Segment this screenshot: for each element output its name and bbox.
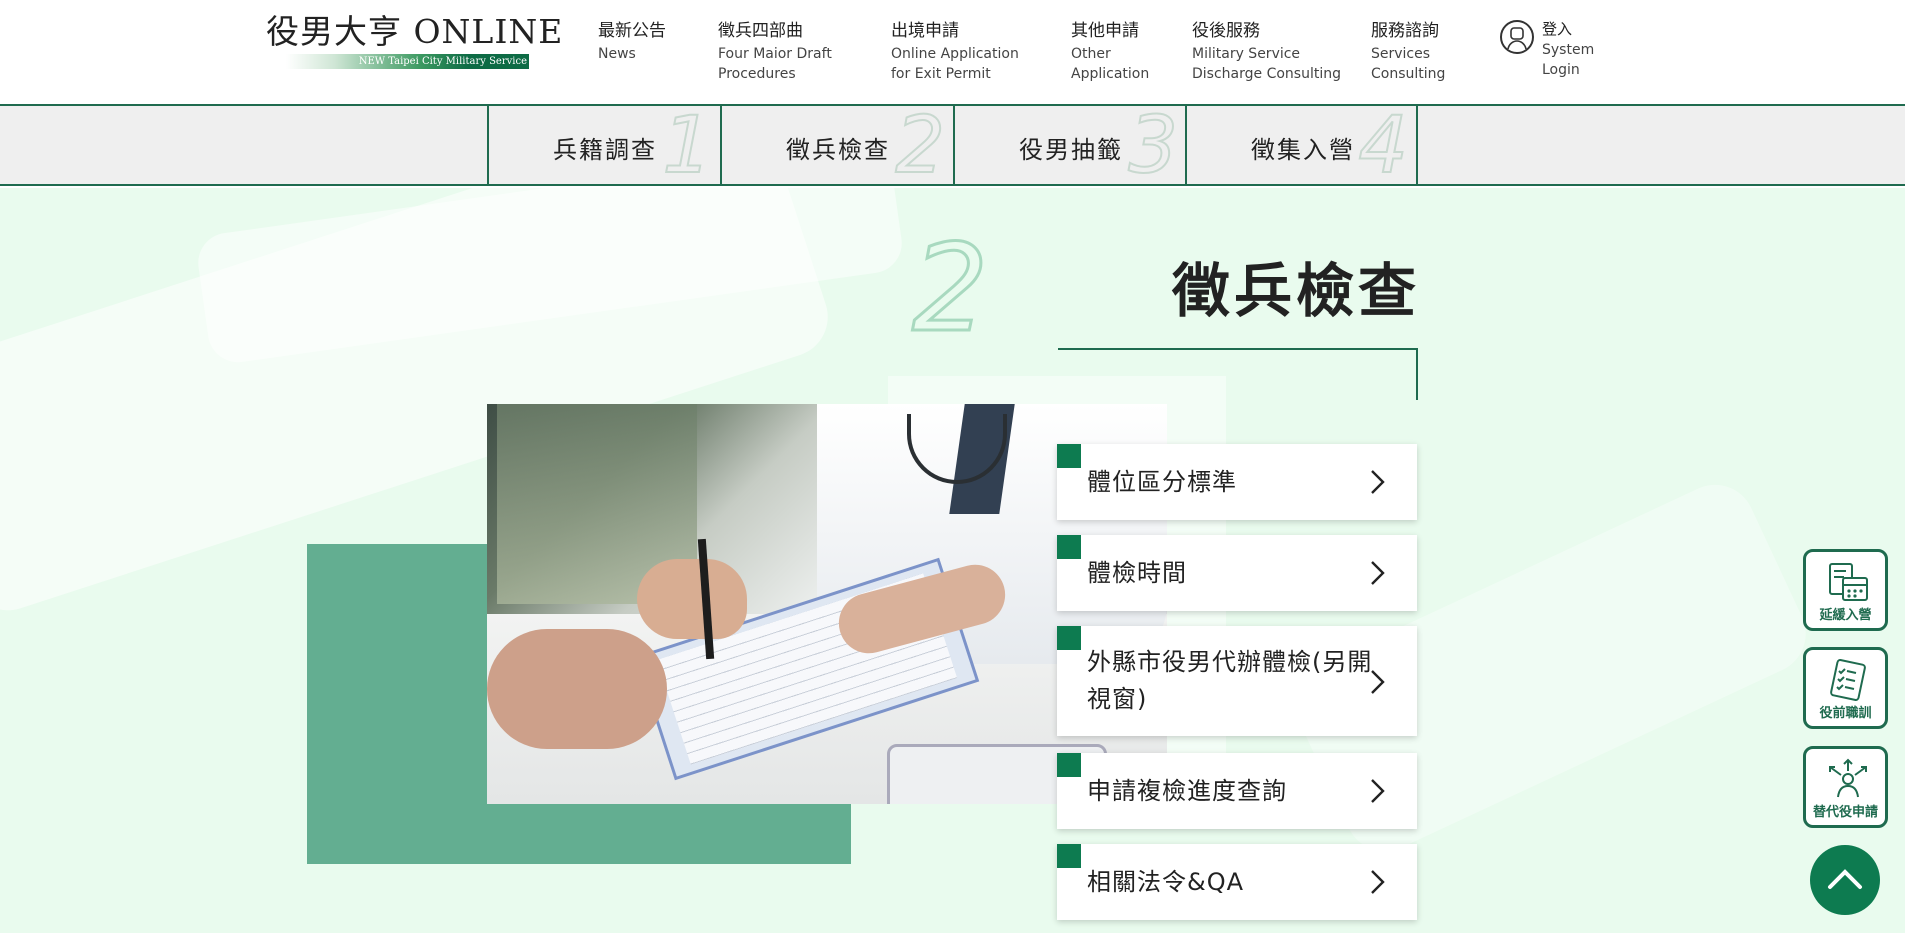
side-button-defer-enlistment[interactable]: 延緩入營 [1803,549,1888,631]
menu-card-physical-standards[interactable]: 體位區分標準 [1057,444,1417,520]
menu-card-other-county-exam[interactable]: 外縣市役男代辦體檢(另開視窗) [1057,626,1417,736]
tab-step-2[interactable]: 2 徵兵檢查 [720,106,953,184]
menu-card-exam-time[interactable]: 體檢時間 [1057,535,1417,611]
nav-item-other-application[interactable]: 其他申請 Other Application [1071,20,1161,84]
card-marker [1057,844,1081,868]
nav-label-zh: 服務諮詢 [1371,21,1439,41]
nav-label-zh: 出境申請 [891,21,959,41]
step-number: 4 [1357,106,1409,184]
menu-card-laws-qa[interactable]: 相關法令&QA [1057,844,1417,920]
nav-label-en: Online Application for Exit Permit [891,46,1019,82]
side-button-label: 役前職訓 [1819,706,1872,721]
login-label-zh: 登入 [1542,20,1573,38]
step-label: 徵兵檢查 [786,136,890,164]
nav-label-zh: 最新公告 [598,21,666,41]
nav-label-en: Military Service Discharge Consulting [1192,46,1341,82]
section-number: 2 [910,220,989,359]
step-number: 1 [661,106,713,184]
logo-subtitle: NEW Taipei City Military Service [358,56,527,67]
calendar-icon [1829,563,1868,601]
user-icon [1500,20,1534,54]
logo-title: 役男大亨 ONLINE [266,12,564,51]
tab-step-3[interactable]: 3 役男抽籤 [953,106,1186,184]
page-title: 徵兵檢查 [1172,257,1421,325]
nav-item-draft-procedures[interactable]: 徵兵四部曲 Four Maior Draft Procedures [718,20,838,84]
card-label: 體位區分標準 [1087,468,1237,496]
nav-item-exit-permit[interactable]: 出境申請 Online Application for Exit Permit [891,20,1041,84]
chevron-right-icon [1371,779,1385,803]
card-marker [1057,444,1081,468]
login-text: 登入 System Login [1542,18,1602,80]
card-label: 相關法令&QA [1087,868,1245,896]
site-logo[interactable]: 役男大亨 ONLINE NEW Taipei City Military Ser… [266,12,564,72]
checklist-icon [1830,659,1866,701]
chevron-up-icon [1828,869,1862,889]
nav-label-en: News [598,46,636,62]
step-label: 兵籍調查 [553,136,657,164]
photo-hand [637,559,747,639]
step-number: 3 [1127,106,1179,184]
card-marker [1057,753,1081,777]
side-button-label: 延緩入營 [1819,608,1872,623]
nav-label-zh: 其他申請 [1071,21,1139,41]
side-button-alternative-service[interactable]: 替代役申請 [1803,746,1888,828]
nav-item-services-consulting[interactable]: 服務諮詢 Services Consulting [1371,20,1461,84]
photo-hand [487,629,667,749]
card-marker [1057,626,1081,650]
chevron-right-icon [1371,470,1385,494]
nav-label-en: Other Application [1071,46,1150,82]
nav-label-zh: 徵兵四部曲 [718,21,803,41]
step-label: 徵集入營 [1251,136,1355,164]
nav-item-news[interactable]: 最新公告 News [598,20,688,64]
nav-label-en: Services Consulting [1371,46,1446,82]
chevron-right-icon [1371,670,1385,694]
tab-step-4[interactable]: 4 徵集入營 [1185,106,1418,184]
nav-item-discharge-consulting[interactable]: 役後服務 Military Service Discharge Consulti… [1192,20,1342,84]
card-label: 外縣市役男代辦體檢(另開視窗) [1087,648,1373,713]
main-content: 2 徵兵檢查 體位區分標準 體檢時間 外縣市役男代辦體檢(另開視窗) 申請複檢進… [0,188,1905,933]
back-to-top-button[interactable] [1810,845,1880,915]
side-button-pre-service-training[interactable]: 役前職訓 [1803,647,1888,729]
person-arrows-icon [1829,758,1867,798]
site-header: 役男大亨 ONLINE NEW Taipei City Military Ser… [0,0,1905,106]
step-label: 役男抽籤 [1019,136,1123,164]
login-label-en: System Login [1542,42,1595,78]
chevron-right-icon [1371,870,1385,894]
nav-label-en: Four Maior Draft Procedures [718,46,832,82]
step-number: 2 [894,106,946,184]
nav-label-zh: 役後服務 [1192,21,1260,41]
card-label: 申請複檢進度查詢 [1087,777,1287,805]
menu-card-reexam-progress[interactable]: 申請複檢進度查詢 [1057,753,1417,829]
chevron-right-icon [1371,561,1385,585]
card-marker [1057,535,1081,559]
draft-steps-tabs: 1 兵籍調查 2 徵兵檢查 3 役男抽籤 4 徵集入營 [0,106,1905,186]
card-label: 體檢時間 [1087,559,1187,587]
side-button-label: 替代役申請 [1812,805,1878,820]
tab-step-1[interactable]: 1 兵籍調查 [487,106,720,184]
